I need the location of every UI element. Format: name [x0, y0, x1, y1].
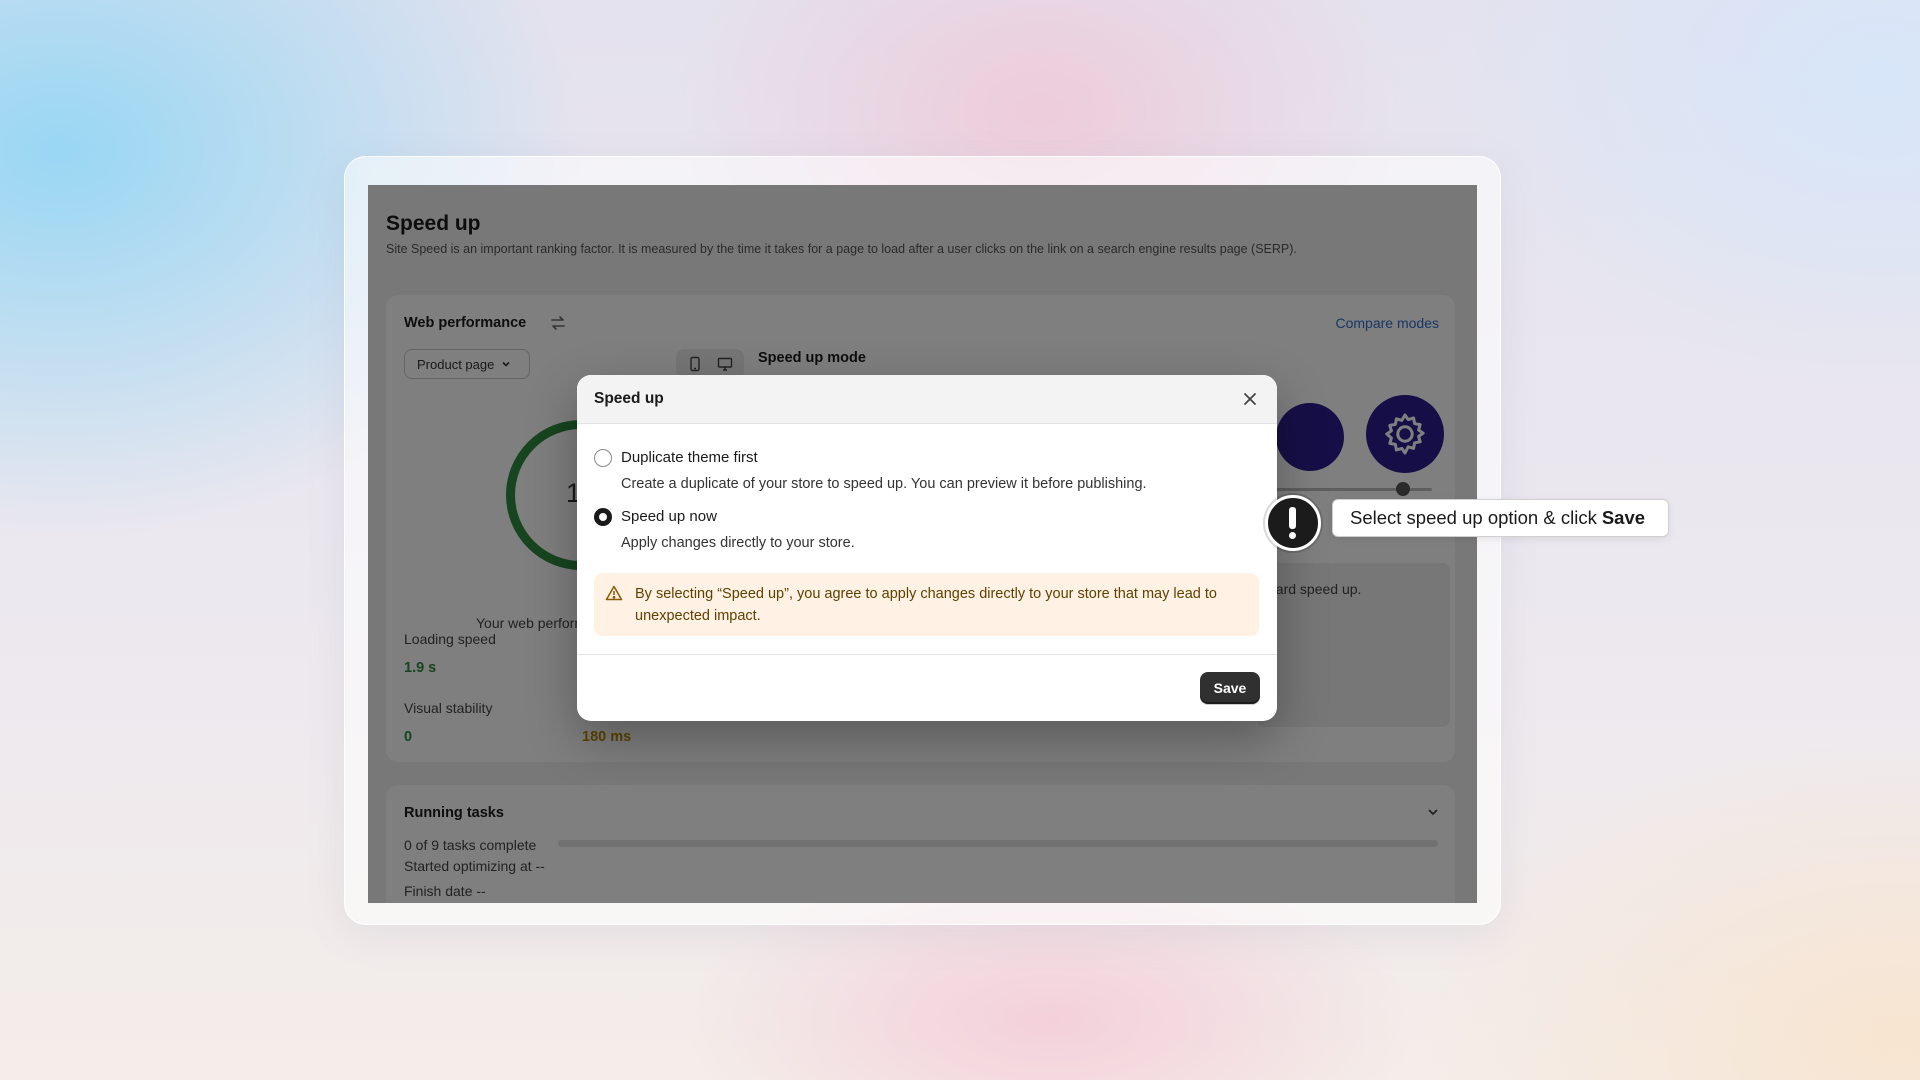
hint-marker — [1265, 495, 1321, 551]
hint-text: Select speed up option & click — [1350, 507, 1597, 528]
modal-footer-divider — [577, 654, 1277, 655]
hint-emphasis: Save — [1601, 507, 1646, 528]
modal-title: Speed up — [594, 390, 664, 407]
option-speed-up-now-description: Apply changes directly to your store. — [621, 535, 855, 551]
warning-icon — [605, 585, 623, 601]
radio-speed-up-now[interactable] — [594, 508, 612, 526]
exclamation-icon — [1288, 507, 1298, 539]
modal-header: Speed up — [577, 375, 1277, 424]
close-icon[interactable] — [1241, 390, 1259, 408]
option-duplicate-theme-description: Create a duplicate of your store to spee… — [621, 476, 1147, 492]
speed-up-modal: Speed up Duplicate theme first Create a … — [577, 375, 1277, 721]
warning-banner: By selecting “Speed up”, you agree to ap… — [594, 573, 1259, 636]
option-duplicate-theme-label[interactable]: Duplicate theme first — [621, 449, 758, 466]
option-speed-up-now-label[interactable]: Speed up now — [621, 508, 717, 525]
radio-duplicate-theme[interactable] — [594, 449, 612, 467]
warning-text: By selecting “Speed up”, you agree to ap… — [635, 586, 1217, 624]
save-button[interactable]: Save — [1200, 672, 1260, 704]
hint-tooltip: Select speed up option & click Save — [1332, 499, 1669, 537]
